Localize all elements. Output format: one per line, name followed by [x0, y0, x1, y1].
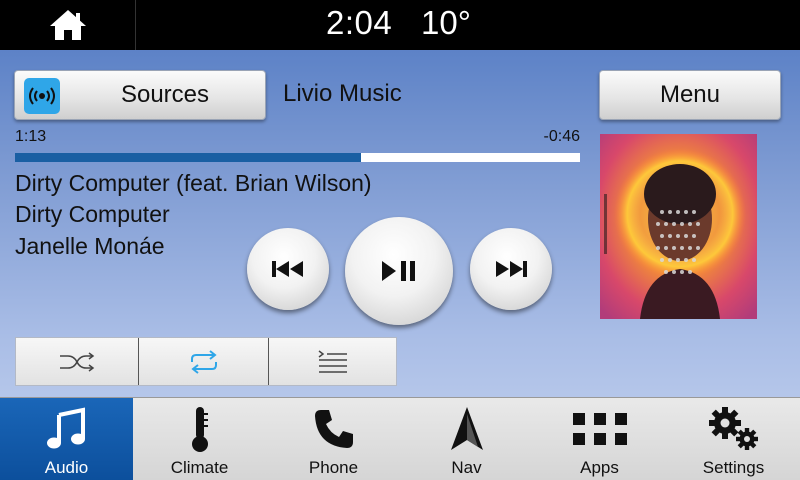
- nav-label-apps: Apps: [580, 458, 619, 477]
- clock: 2:04: [326, 4, 393, 41]
- sources-label: Sources: [120, 81, 210, 108]
- home-icon: [49, 10, 86, 40]
- nav-item-phone[interactable]: Phone: [267, 398, 400, 480]
- apps-grid-icon: [533, 404, 666, 454]
- broadcast-icon: [24, 78, 60, 114]
- shuffle-icon: [60, 351, 95, 372]
- repeat-button[interactable]: [139, 338, 269, 385]
- repeat-icon: [190, 349, 217, 374]
- queue-list-icon: [318, 349, 347, 373]
- gears-icon: [667, 404, 800, 454]
- status-bar: 2:04 10°: [0, 0, 800, 50]
- home-button[interactable]: [0, 0, 136, 50]
- outside-temperature: 10°: [421, 4, 471, 41]
- shuffle-button[interactable]: [16, 338, 139, 385]
- artist-name: Janelle Monáe: [15, 233, 165, 259]
- navigation-arrow-icon: [400, 404, 533, 454]
- nav-item-climate[interactable]: Climate: [133, 398, 266, 480]
- play-pause-icon: [382, 261, 415, 281]
- sources-button[interactable]: Sources: [14, 70, 266, 120]
- nav-label-settings: Settings: [702, 458, 765, 477]
- nav-item-audio[interactable]: Audio: [0, 398, 133, 480]
- album-art: [600, 134, 757, 319]
- bottom-nav: Audio Climate Phone Nav Apps Settings: [0, 397, 800, 480]
- current-source-name: Livio Music: [283, 80, 402, 107]
- phone-icon: [267, 404, 400, 454]
- play-pause-button[interactable]: [345, 217, 453, 325]
- previous-track-button[interactable]: [247, 228, 329, 310]
- progress-fill: [15, 153, 362, 162]
- nav-label-phone: Phone: [308, 458, 359, 477]
- album-name: Dirty Computer: [15, 201, 170, 227]
- previous-track-icon: [272, 261, 303, 277]
- next-track-icon: [496, 261, 527, 277]
- nav-label-nav: Nav: [451, 458, 482, 477]
- nav-item-apps[interactable]: Apps: [533, 398, 666, 480]
- queue-button[interactable]: [269, 338, 396, 385]
- nav-item-nav[interactable]: Nav: [400, 398, 533, 480]
- menu-label: Menu: [659, 81, 721, 108]
- remaining-time: -0:46: [543, 128, 580, 145]
- progress-bar[interactable]: [15, 153, 580, 162]
- track-title: Dirty Computer (feat. Brian Wilson): [15, 170, 372, 196]
- music-note-icon: [0, 404, 133, 454]
- menu-button[interactable]: Menu: [599, 70, 781, 120]
- nav-label-audio: Audio: [44, 458, 89, 477]
- nav-label-climate: Climate: [170, 458, 229, 477]
- elapsed-time: 1:13: [15, 128, 47, 145]
- next-track-button[interactable]: [470, 228, 552, 310]
- thermometer-icon: [133, 404, 266, 454]
- playback-mode-bar: [15, 337, 397, 386]
- nav-item-settings[interactable]: Settings: [667, 398, 800, 480]
